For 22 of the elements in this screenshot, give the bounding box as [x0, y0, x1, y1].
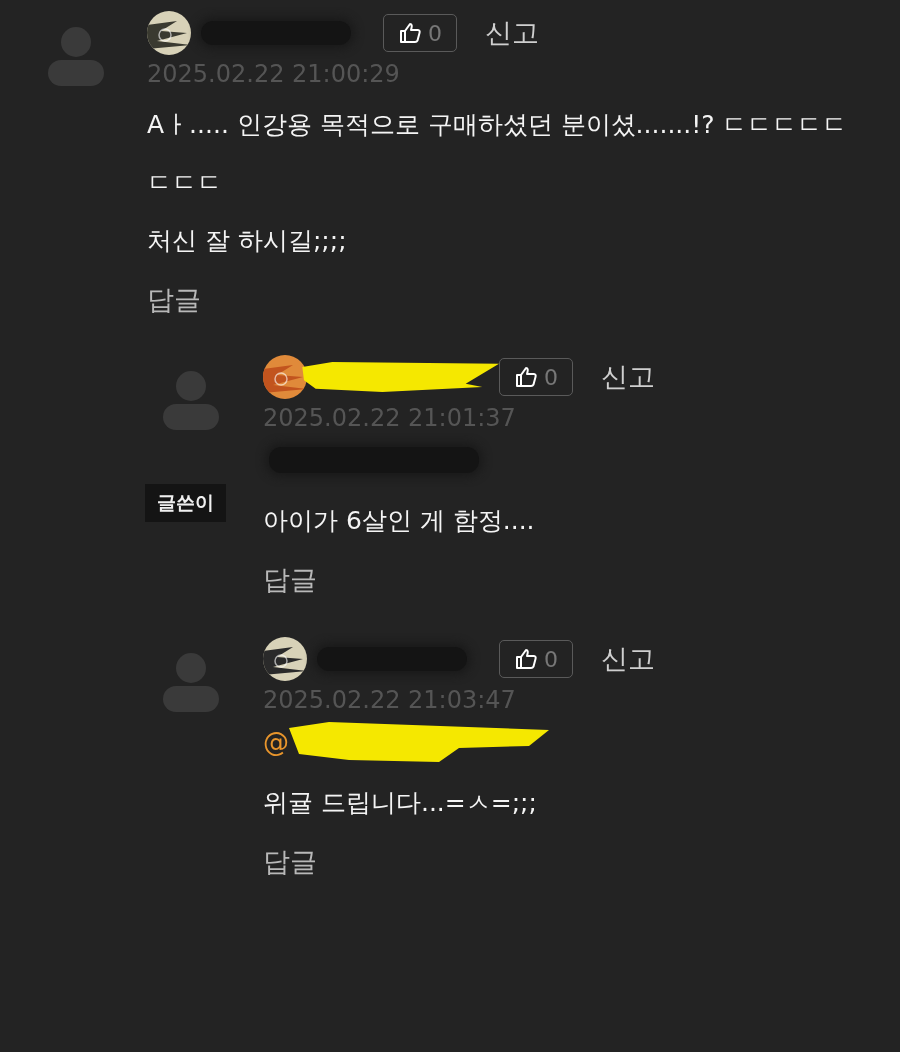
comment-text: 위귤 드립니다...=ㅅ=;;;: [263, 787, 538, 819]
comment-text: 아이가 6살인 게 함정....: [263, 505, 536, 537]
thumbs-up-icon: [398, 21, 422, 45]
user-silhouette-icon: [163, 652, 219, 712]
author-badge: 글쓴이: [145, 484, 226, 522]
thumbs-up-icon: [514, 647, 538, 671]
user-silhouette-icon: [163, 370, 219, 430]
comment-text: 처신 잘 하시길;;;;: [147, 225, 348, 257]
comment-text: ㄷㄷㄷ: [147, 167, 223, 199]
mention[interactable]: @: [263, 727, 289, 757]
like-button[interactable]: 0: [383, 14, 457, 52]
reply-link[interactable]: 답글: [263, 844, 317, 880]
report-link[interactable]: 신고: [485, 15, 539, 51]
reply-link[interactable]: 답글: [147, 282, 201, 318]
report-link[interactable]: 신고: [601, 359, 655, 395]
thumbs-up-icon: [514, 365, 538, 389]
like-button[interactable]: 0: [499, 358, 573, 396]
report-link[interactable]: 신고: [601, 641, 655, 677]
reply-link[interactable]: 답글: [263, 562, 317, 598]
like-button[interactable]: 0: [499, 640, 573, 678]
comment-text: Aㅏ..... 인강용 목적으로 구매하셨던 분이셨.......!? ㄷㄷㄷㄷㄷ: [147, 109, 849, 141]
user-silhouette-icon: [48, 26, 104, 86]
